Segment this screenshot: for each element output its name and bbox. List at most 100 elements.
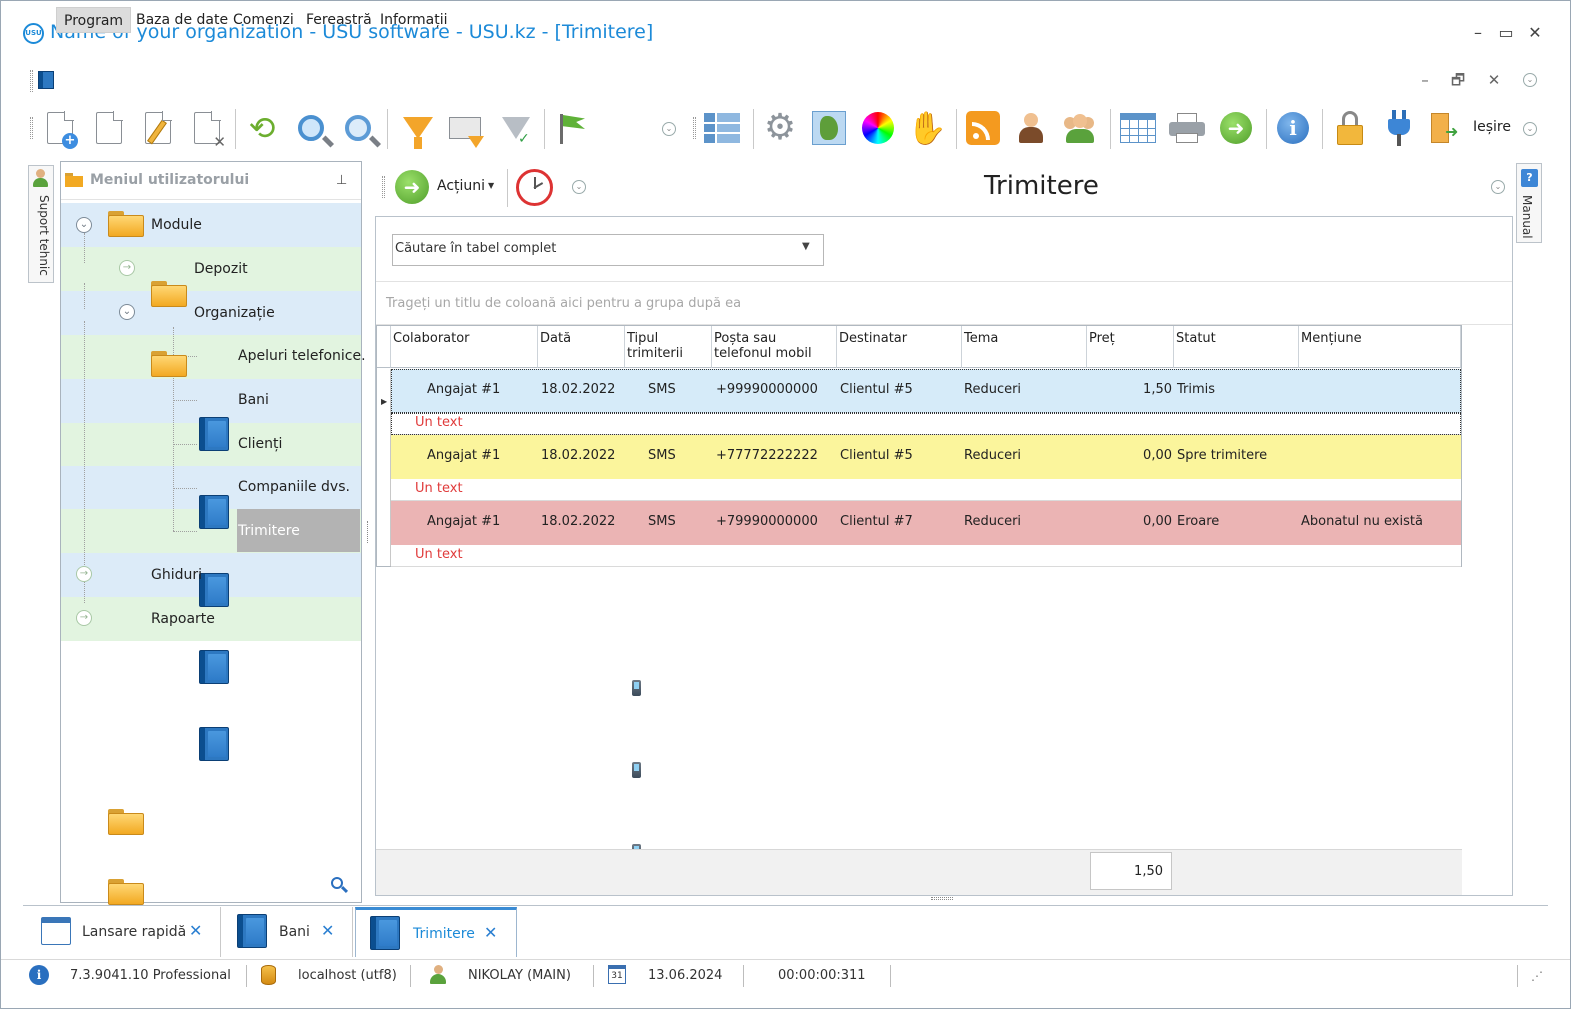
- status-database: localhost (utf8): [298, 968, 397, 983]
- lock-button[interactable]: [1329, 107, 1371, 149]
- menubar-options-icon[interactable]: ⌄: [1523, 73, 1537, 87]
- column-header-tip[interactable]: Tipul trimiterii: [625, 326, 712, 368]
- tree-item-module[interactable]: [61, 203, 361, 247]
- rss-button[interactable]: [962, 107, 1004, 149]
- tree-label-ghiduri[interactable]: Ghiduri: [151, 567, 202, 583]
- mdi-restore-icon[interactable]: 🗗: [1448, 69, 1468, 91]
- tab-lansare-rapida[interactable]: Lansare rapidă ✕: [25, 907, 221, 957]
- column-header-colaborator[interactable]: Colaborator: [391, 326, 538, 368]
- column-header-contact[interactable]: Poșta sau telefonul mobil: [712, 326, 837, 368]
- tree-label-companii[interactable]: Companiile dvs.: [238, 479, 350, 495]
- support-tab-label[interactable]: Suport tehnic: [31, 195, 51, 277]
- tab-close-icon[interactable]: ✕: [484, 923, 497, 942]
- content-options-icon[interactable]: ⌄: [572, 180, 586, 194]
- menu-program[interactable]: Program: [56, 7, 132, 33]
- info-button[interactable]: i: [1272, 107, 1314, 149]
- tree-label-apeluri[interactable]: Apeluri telefonice.: [238, 348, 366, 364]
- tree-label-clienti[interactable]: Clienți: [238, 436, 282, 452]
- users-button[interactable]: [1059, 107, 1101, 149]
- toolbar-options-icon[interactable]: ⌄: [662, 122, 676, 136]
- refresh-button[interactable]: ⟲: [241, 107, 283, 149]
- tab-label[interactable]: Lansare rapidă: [82, 924, 186, 940]
- layout-grid-button[interactable]: [701, 107, 743, 149]
- horizontal-splitter-grip[interactable]: [931, 897, 953, 900]
- column-header-tema[interactable]: Tema: [962, 326, 1087, 368]
- manual-tab-label[interactable]: Manual: [1520, 195, 1534, 239]
- column-header-pret[interactable]: Preț: [1087, 326, 1174, 368]
- tab-close-icon[interactable]: ✕: [321, 921, 334, 940]
- clear-filter-button[interactable]: ✓: [495, 107, 537, 149]
- content-header-options-icon[interactable]: ⌄: [1491, 180, 1505, 194]
- pin-icon[interactable]: ⊥: [336, 173, 347, 188]
- chevron-down-icon[interactable]: ▼: [802, 241, 810, 252]
- row-note[interactable]: [391, 545, 1461, 567]
- row-indicator[interactable]: [377, 501, 391, 566]
- tree-label-module[interactable]: Module: [151, 217, 202, 233]
- collapse-icon[interactable]: ⌄: [119, 304, 135, 320]
- timer-button[interactable]: [516, 169, 553, 206]
- collapse-icon[interactable]: ⌄: [76, 217, 92, 233]
- tree-label-organizatie[interactable]: Organizație: [194, 305, 275, 321]
- actions-button[interactable]: ➜ Acțiuni ▼: [393, 167, 503, 207]
- menu-window[interactable]: Fereastră: [299, 7, 379, 33]
- toolbar-options-icon[interactable]: ⌄: [1523, 122, 1537, 136]
- row-note[interactable]: [391, 413, 1461, 435]
- tab-label[interactable]: Bani: [279, 924, 310, 940]
- delete-record-button[interactable]: ✕: [186, 107, 228, 151]
- resize-grip-icon[interactable]: ⋰: [1531, 969, 1543, 983]
- exit-button-label[interactable]: Ieșire: [1473, 119, 1511, 135]
- tree-label-trimitere[interactable]: Trimitere: [238, 523, 300, 539]
- actions-label[interactable]: Acțiuni: [437, 178, 485, 194]
- tree-label-depozit[interactable]: Depozit: [194, 261, 248, 277]
- toolbar-grip[interactable]: [30, 117, 33, 139]
- row-note[interactable]: [391, 479, 1461, 501]
- minimize-icon[interactable]: –: [1467, 21, 1489, 45]
- close-icon[interactable]: ✕: [1524, 21, 1546, 45]
- tree-label-rapoarte[interactable]: Rapoarte: [151, 611, 215, 627]
- menu-information[interactable]: Informații: [373, 7, 455, 33]
- tab-label[interactable]: Trimitere: [413, 926, 475, 942]
- map-button[interactable]: [808, 107, 850, 149]
- edit-record-button[interactable]: [137, 107, 179, 149]
- table-button[interactable]: [1117, 107, 1159, 149]
- column-header-data[interactable]: Dată: [538, 326, 625, 368]
- tab-trimitere[interactable]: Trimitere ✕: [355, 907, 517, 957]
- color-button[interactable]: [857, 107, 899, 149]
- splitter-grip[interactable]: [367, 521, 370, 543]
- menu-database[interactable]: Baza de date: [129, 7, 235, 33]
- filter-button[interactable]: [397, 107, 439, 149]
- column-header-mentiune[interactable]: Mențiune: [1299, 326, 1461, 368]
- nav-search-icon[interactable]: [331, 877, 349, 895]
- advanced-search-button[interactable]: [337, 107, 382, 149]
- search-button[interactable]: [290, 107, 335, 149]
- print-button[interactable]: [1166, 107, 1208, 149]
- tree-label-bani[interactable]: Bani: [238, 392, 269, 408]
- expand-icon[interactable]: →: [76, 610, 92, 626]
- column-header-destinatar[interactable]: Destinatar: [837, 326, 962, 368]
- column-filter-button[interactable]: [444, 107, 486, 149]
- hand-button[interactable]: ✋: [906, 107, 948, 149]
- menubar-grip[interactable]: [30, 70, 33, 92]
- menu-commands[interactable]: Comenzi: [226, 7, 301, 33]
- expand-icon[interactable]: →: [76, 566, 92, 582]
- toolbar-grip[interactable]: [693, 117, 696, 139]
- add-record-button[interactable]: +: [39, 107, 81, 149]
- row-indicator[interactable]: ▶: [377, 369, 391, 435]
- tab-close-icon[interactable]: ✕: [189, 921, 202, 940]
- exit-icon-button[interactable]: ➜: [1426, 107, 1462, 149]
- mdi-close-icon[interactable]: ✕: [1484, 69, 1504, 91]
- mdi-minimize-icon[interactable]: –: [1415, 69, 1435, 91]
- tab-bani[interactable]: Bani ✕: [223, 907, 353, 957]
- settings-button[interactable]: ⚙: [759, 107, 801, 149]
- content-toolbar-grip[interactable]: [382, 176, 385, 198]
- maximize-icon[interactable]: ▭: [1495, 21, 1517, 45]
- search-scope-value[interactable]: Căutare în tabel complet: [395, 241, 556, 256]
- column-header-statut[interactable]: Statut: [1174, 326, 1299, 368]
- copy-record-button[interactable]: [88, 107, 130, 149]
- go-forward-button[interactable]: ➜: [1215, 107, 1257, 149]
- expand-icon[interactable]: →: [119, 260, 135, 276]
- row-indicator[interactable]: [377, 435, 391, 501]
- flag-button[interactable]: [551, 107, 593, 149]
- user-settings-button[interactable]: [1011, 107, 1053, 149]
- connect-button[interactable]: [1378, 107, 1420, 149]
